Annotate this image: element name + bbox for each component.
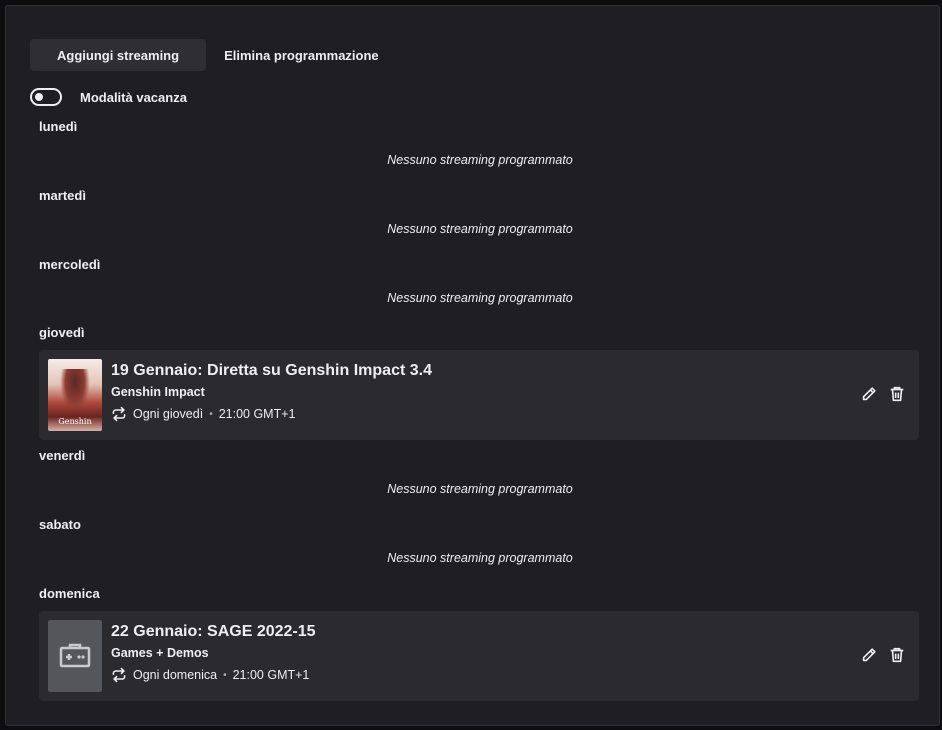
pencil-icon xyxy=(862,387,876,401)
trash-icon xyxy=(890,647,904,663)
thumb-logo-text: Genshin xyxy=(58,417,92,426)
toggle-knob xyxy=(35,93,43,101)
separator-dot: • xyxy=(209,408,213,420)
stream-title: 19 Gennaio: Diretta su Genshin Impact 3.… xyxy=(111,362,432,379)
gamepad-icon xyxy=(59,643,91,668)
stream-schedule-info: Ogni domenica • 21:00 GMT+1 xyxy=(111,667,309,683)
trash-icon xyxy=(890,386,904,402)
edit-button[interactable] xyxy=(859,384,879,404)
stream-category[interactable]: Genshin Impact xyxy=(111,385,205,399)
delete-button[interactable] xyxy=(887,645,907,665)
day-label-sunday: domenica xyxy=(39,586,100,601)
day-label-tuesday: martedì xyxy=(39,188,86,203)
separator-dot: • xyxy=(223,669,227,681)
stream-title: 22 Gennaio: SAGE 2022-15 xyxy=(111,623,316,640)
recurrence-text: Ogni giovedì xyxy=(133,407,204,421)
day-label-monday: lunedì xyxy=(39,119,78,134)
stream-category[interactable]: Games + Demos xyxy=(111,646,209,660)
day-label-wednesday: mercoledì xyxy=(39,257,101,272)
empty-message-friday: Nessuno streaming programmato xyxy=(387,482,573,496)
day-label-thursday: giovedì xyxy=(39,325,85,340)
vacation-mode-label: Modalità vacanza xyxy=(80,89,187,105)
stream-card-thursday: Genshin 19 Gennaio: Diretta su Genshin I… xyxy=(39,350,919,440)
repeat-icon xyxy=(112,406,126,422)
time-text: 21:00 GMT+1 xyxy=(232,668,310,682)
day-label-saturday: sabato xyxy=(39,517,81,532)
add-streaming-button[interactable]: Aggiungi streaming xyxy=(30,39,207,71)
stream-actions xyxy=(859,645,907,665)
empty-message-tuesday: Nessuno streaming programmato xyxy=(387,222,573,236)
games-demos-thumbnail xyxy=(48,620,102,692)
edit-button[interactable] xyxy=(859,645,879,665)
day-label-friday: venerdì xyxy=(39,448,86,463)
genshin-impact-thumbnail: Genshin xyxy=(48,359,102,431)
time-text: 21:00 GMT+1 xyxy=(218,407,296,421)
schedule-tabs: Aggiungi streaming Elimina programmazion… xyxy=(30,39,397,71)
repeat-icon xyxy=(112,667,126,683)
schedule-panel: Aggiungi streaming Elimina programmazion… xyxy=(5,5,940,726)
delete-schedule-button[interactable]: Elimina programmazione xyxy=(206,39,397,71)
stream-schedule-info: Ogni giovedì • 21:00 GMT+1 xyxy=(111,406,295,422)
stream-actions xyxy=(859,384,907,404)
vacation-mode-toggle[interactable] xyxy=(30,88,62,106)
recurrence-text: Ogni domenica xyxy=(133,668,218,682)
pencil-icon xyxy=(862,648,876,662)
empty-message-saturday: Nessuno streaming programmato xyxy=(387,551,573,565)
empty-message-monday: Nessuno streaming programmato xyxy=(387,153,573,167)
empty-message-wednesday: Nessuno streaming programmato xyxy=(387,291,573,305)
stream-card-sunday: 22 Gennaio: SAGE 2022-15 Games + Demos O… xyxy=(39,611,919,701)
delete-button[interactable] xyxy=(887,384,907,404)
vacation-mode-row: Modalità vacanza xyxy=(30,88,187,106)
